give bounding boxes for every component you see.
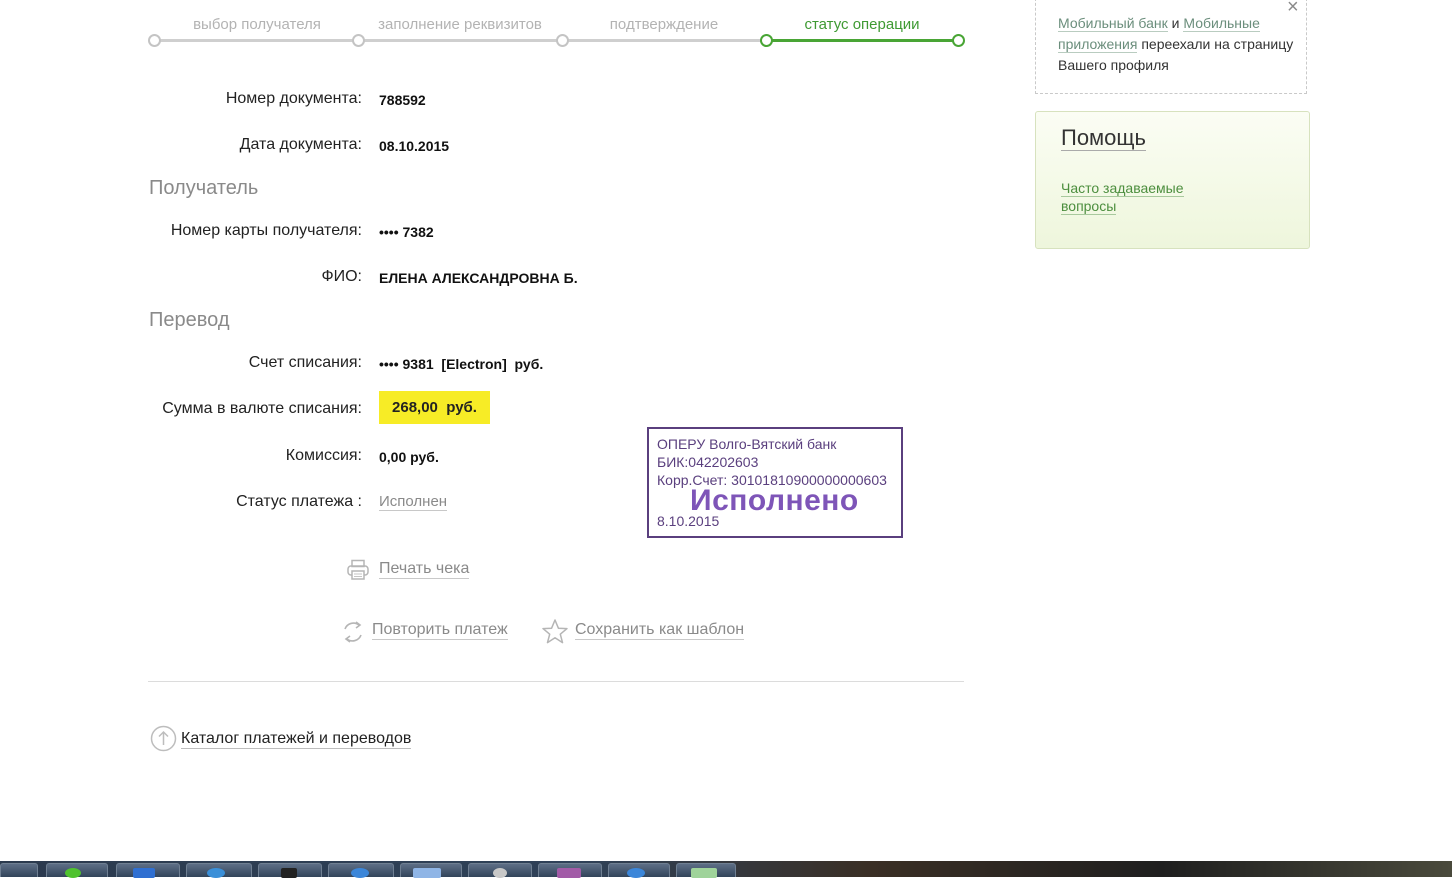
help-panel: Помощь Часто задаваемые вопросы [1035,111,1310,249]
stamp-bank-name: ОПЕРУ Волго-Вятский банк [657,436,837,452]
section-divider [148,681,964,682]
save-template-link[interactable]: Сохранить как шаблон [575,620,745,640]
progress-steps: выбор получателя заполнение реквизитов п… [148,0,968,50]
printer-icon[interactable] [346,559,370,581]
bank-stamp: ОПЕРУ Волго-Вятский банк БИК:042202603 К… [647,427,903,538]
stamp-date: 8.10.2015 [657,513,720,529]
document-number-label: Номер документа: [225,90,362,107]
amount-value: 268,00 руб. [379,391,490,424]
step-label-4: статус операции [804,16,920,33]
star-icon[interactable] [541,618,569,645]
step-label-3: подтверждение [609,16,719,33]
amount-label: Сумма в валюте списания: [162,400,362,417]
recipient-section-title: Получатель [149,177,259,199]
step-dot-3 [556,34,569,47]
windows-taskbar [0,861,1452,878]
close-icon[interactable]: × [1287,0,1299,19]
payments-catalog-link[interactable]: Каталог платежей и переводов [181,729,412,749]
arrow-up-circle-icon[interactable] [150,725,177,752]
recipient-name-value: ЕЛЕНА АЛЕКСАНДРОВНА Б. [379,270,578,286]
step-dot-4 [760,34,773,47]
taskbar-button-1[interactable] [0,863,38,877]
taskbar-button-icq[interactable] [46,863,108,878]
transfer-section-title: Перевод [149,309,230,331]
print-receipt-link[interactable]: Печать чека [379,559,470,579]
notice-text: Мобильный банк и Мобильные приложения пе… [1058,13,1298,76]
taskbar-button-4[interactable] [186,863,252,878]
taskbar-button-5[interactable] [258,863,322,878]
help-title[interactable]: Помощь [1061,126,1146,151]
fee-value: 0,00 руб. [379,449,439,465]
payment-status-label: Статус платежа : [236,493,362,510]
mobile-bank-link[interactable]: Мобильный банк [1058,15,1168,32]
faq-link-text[interactable]: Часто задаваемые вопросы [1061,180,1184,215]
taskbar-button-8[interactable] [468,863,532,878]
step-dot-2 [352,34,365,47]
step-label-2: заполнение реквизитов [378,16,542,33]
document-date-value: 08.10.2015 [379,138,450,154]
notice-and: и [1167,15,1184,31]
taskbar-button-7[interactable] [400,863,462,878]
debit-account-label: Счет списания: [248,354,362,371]
taskbar-button-11[interactable] [676,863,736,878]
payment-status-link[interactable]: Исполнен [379,493,448,511]
progress-track-done [155,39,767,42]
taskbar-button-10[interactable] [608,863,670,878]
profile-notice: Мобильный банк и Мобильные приложения пе… [1035,0,1307,94]
stamp-bik: БИК:042202603 [657,454,759,470]
step-dot-end [952,34,965,47]
recipient-card-value: •••• 7382 [379,224,434,240]
taskbar-button-3[interactable] [116,863,180,878]
fee-label: Комиссия: [285,447,362,464]
document-number-value: 788592 [379,92,426,108]
progress-track-active [767,39,959,42]
debit-account-value: •••• 9381 [Electron] руб. [379,356,544,372]
repeat-icon[interactable] [341,619,365,645]
step-label-1: выбор получателя [193,16,321,33]
repeat-payment-link[interactable]: Повторить платеж [372,620,508,640]
faq-link[interactable]: Часто задаваемые вопросы [1061,179,1211,215]
recipient-card-label: Номер карты получателя: [170,222,362,239]
taskbar-button-9[interactable] [538,863,602,878]
document-date-label: Дата документа: [239,136,362,153]
recipient-name-label: ФИО: [321,268,362,285]
step-dot-1 [148,34,161,47]
taskbar-button-6[interactable] [328,863,394,878]
